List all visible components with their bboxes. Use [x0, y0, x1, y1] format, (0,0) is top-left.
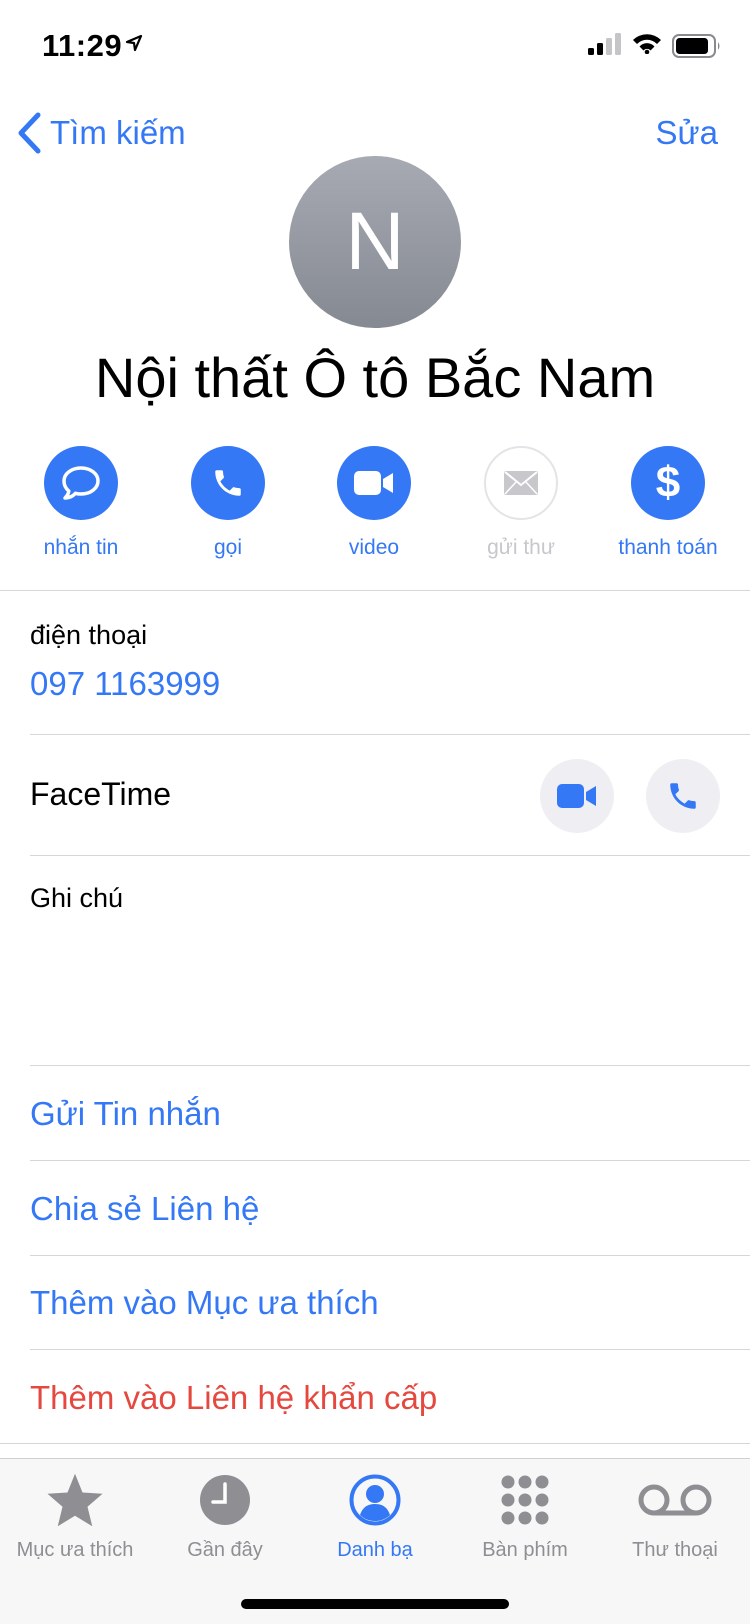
mail-action-label: gửi thư — [487, 536, 555, 559]
status-time: 11:29 — [42, 28, 123, 63]
notes-field[interactable]: Ghi chú — [30, 883, 123, 914]
contact-name: Nội thất Ô tô Bắc Nam — [94, 346, 656, 409]
share-contact-link[interactable]: Chia sẻ Liên hệ — [30, 1190, 259, 1228]
divider — [30, 1160, 750, 1161]
divider — [30, 1065, 750, 1066]
divider — [30, 734, 750, 735]
tab-contacts[interactable]: Danh bạ — [300, 1469, 450, 1562]
tab-contacts-label: Danh bạ — [337, 1539, 413, 1561]
action-row: nhắn tin gọi video gửi thư $ thanh toán — [0, 446, 750, 566]
divider — [30, 1349, 750, 1350]
mail-action-button[interactable]: gửi thư — [446, 446, 596, 560]
video-action-button[interactable]: video — [299, 446, 449, 560]
phone-icon — [670, 783, 696, 809]
add-to-favorites-link[interactable]: Thêm vào Mục ưa thích — [30, 1284, 379, 1322]
tab-voicemail-label: Thư thoại — [632, 1539, 718, 1561]
tab-recents-label: Gần đây — [187, 1539, 263, 1561]
keypad-icon — [501, 1475, 549, 1525]
divider — [30, 1255, 750, 1256]
location-arrow-icon — [125, 34, 143, 52]
status-bar: 11:29 — [0, 0, 750, 92]
avatar-initial: N — [345, 196, 405, 287]
battery-icon — [672, 34, 720, 58]
call-action-button[interactable]: gọi — [153, 446, 303, 560]
home-indicator[interactable] — [241, 1599, 509, 1609]
message-action-button[interactable]: nhắn tin — [6, 446, 156, 560]
tab-keypad-label: Bàn phím — [482, 1539, 568, 1561]
tab-voicemail[interactable]: Thư thoại — [600, 1469, 750, 1562]
chevron-left-icon — [18, 112, 41, 154]
divider — [0, 1443, 750, 1444]
payment-action-label: thanh toán — [618, 536, 718, 559]
dollar-icon: $ — [655, 458, 681, 507]
send-message-link[interactable]: Gửi Tin nhắn — [30, 1095, 221, 1133]
avatar: N — [289, 156, 461, 328]
video-icon — [354, 471, 393, 495]
divider — [30, 855, 750, 856]
tab-keypad[interactable]: Bàn phím — [450, 1469, 600, 1562]
phone-number-link[interactable]: 097 1163999 — [30, 665, 220, 703]
voicemail-icon — [638, 1484, 712, 1516]
phone-icon — [215, 470, 241, 496]
edit-button[interactable]: Sửa — [656, 108, 718, 158]
add-emergency-contact-link[interactable]: Thêm vào Liên hệ khẩn cấp — [30, 1379, 437, 1417]
message-action-label: nhắn tin — [43, 536, 119, 559]
payment-action-button[interactable]: $ thanh toán — [593, 446, 743, 560]
star-icon — [47, 1473, 103, 1527]
facetime-video-button[interactable] — [540, 759, 614, 833]
facetime-label: FaceTime — [30, 776, 172, 812]
tab-favorites[interactable]: Mục ưa thích — [0, 1469, 150, 1562]
tab-favorites-label: Mục ưa thích — [16, 1539, 134, 1561]
person-circle-icon — [349, 1474, 401, 1526]
call-action-label: gọi — [213, 536, 243, 559]
clock-icon — [200, 1475, 250, 1525]
cellular-signal-icon — [588, 33, 621, 55]
phone-label: điện thoại — [30, 620, 148, 650]
mail-icon — [504, 471, 538, 495]
message-icon — [62, 466, 100, 500]
tab-recents[interactable]: Gần đây — [150, 1469, 300, 1562]
facetime-audio-button[interactable] — [646, 759, 720, 833]
wifi-icon — [633, 34, 661, 54]
video-action-label: video — [348, 536, 400, 559]
video-icon — [557, 784, 596, 808]
back-button[interactable]: Tìm kiếm — [16, 108, 186, 158]
back-button-label: Tìm kiếm — [50, 114, 186, 151]
divider — [0, 590, 750, 591]
